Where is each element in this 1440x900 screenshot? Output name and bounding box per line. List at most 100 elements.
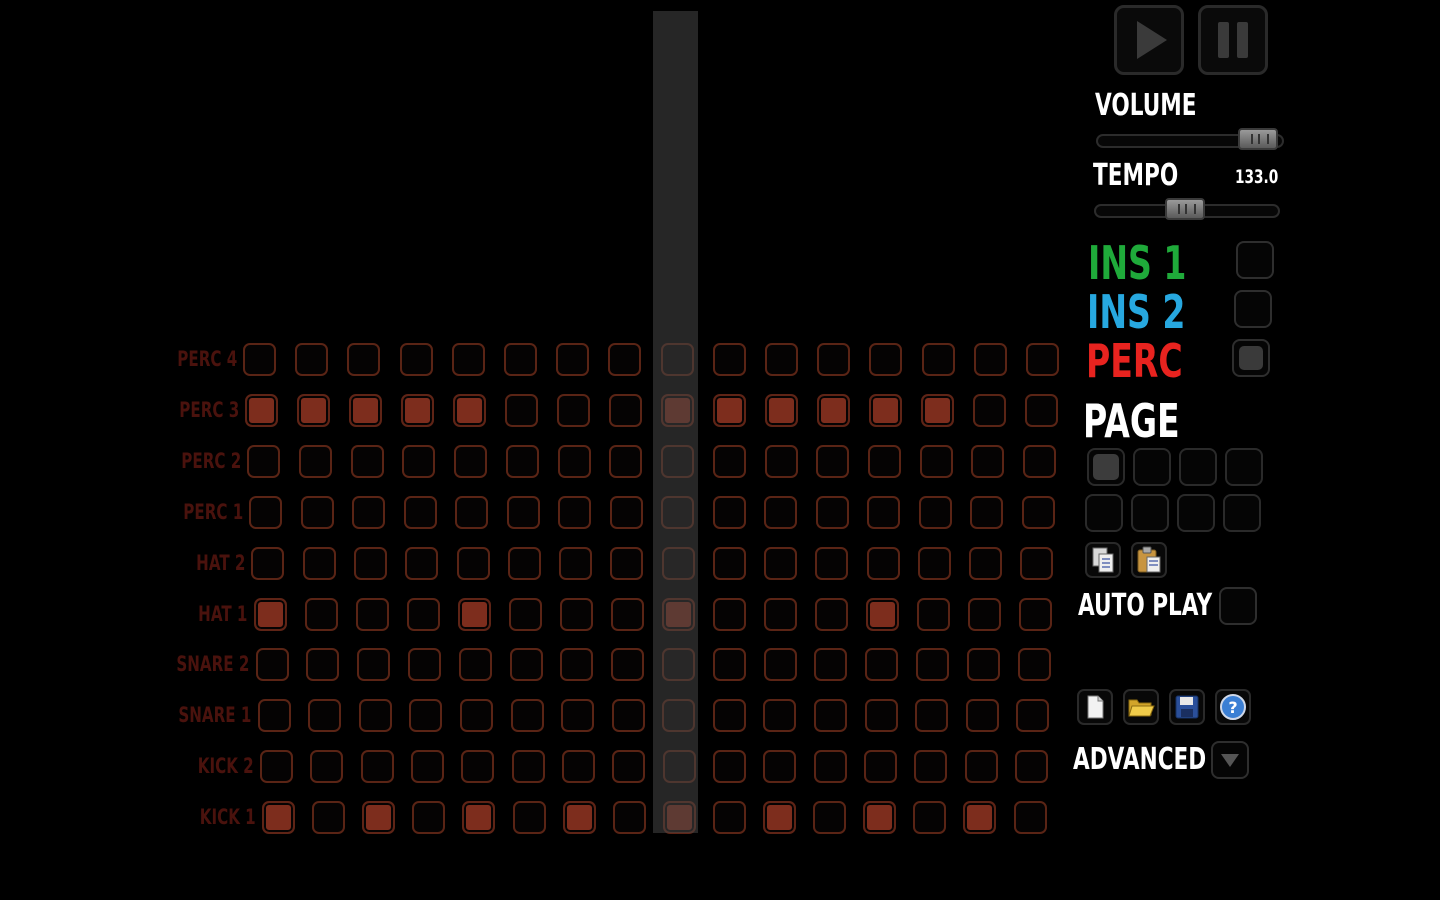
- step-cell[interactable]: [661, 597, 695, 631]
- step-cell[interactable]: [662, 699, 696, 733]
- step-cell[interactable]: [763, 597, 797, 631]
- step-cell[interactable]: [504, 343, 537, 376]
- step-cell[interactable]: [611, 648, 645, 682]
- step-cell[interactable]: [245, 393, 279, 427]
- step-cell[interactable]: [460, 699, 494, 733]
- page-button-2[interactable]: [1133, 448, 1171, 486]
- step-cell[interactable]: [610, 597, 644, 631]
- step-cell[interactable]: [662, 801, 696, 835]
- page-button-7[interactable]: [1177, 494, 1215, 532]
- step-cell[interactable]: [561, 750, 595, 784]
- step-cell[interactable]: [865, 597, 899, 631]
- step-cell[interactable]: [557, 444, 591, 478]
- step-cell[interactable]: [661, 495, 695, 529]
- step-cell[interactable]: [347, 343, 381, 376]
- copy-button[interactable]: [1085, 542, 1121, 578]
- step-cell[interactable]: [558, 495, 592, 529]
- step-cell[interactable]: [712, 801, 746, 835]
- step-cell[interactable]: [763, 648, 797, 682]
- step-cell[interactable]: [913, 801, 947, 835]
- step-cell[interactable]: [508, 597, 542, 631]
- step-cell[interactable]: [662, 750, 696, 784]
- step-cell[interactable]: [243, 343, 276, 376]
- channel-checkbox-perc[interactable]: [1232, 339, 1270, 377]
- step-cell[interactable]: [712, 444, 746, 478]
- step-cell[interactable]: [763, 750, 797, 784]
- advanced-toggle-button[interactable]: [1211, 741, 1249, 779]
- step-cell[interactable]: [1023, 444, 1057, 478]
- step-cell[interactable]: [300, 495, 334, 529]
- step-cell[interactable]: [409, 699, 443, 733]
- step-cell[interactable]: [815, 495, 849, 529]
- page-button-5[interactable]: [1085, 494, 1123, 532]
- step-cell[interactable]: [817, 343, 851, 376]
- page-button-8[interactable]: [1223, 494, 1261, 532]
- step-cell[interactable]: [253, 597, 287, 631]
- step-cell[interactable]: [608, 393, 642, 427]
- step-cell[interactable]: [662, 648, 696, 682]
- tempo-slider-thumb[interactable]: [1165, 198, 1205, 220]
- step-cell[interactable]: [764, 444, 798, 478]
- step-cell[interactable]: [864, 699, 898, 733]
- step-cell[interactable]: [259, 750, 293, 784]
- step-cell[interactable]: [868, 393, 902, 427]
- step-cell[interactable]: [1026, 343, 1059, 376]
- step-cell[interactable]: [302, 546, 336, 580]
- step-cell[interactable]: [814, 648, 848, 682]
- save-button[interactable]: [1169, 689, 1205, 725]
- step-cell[interactable]: [1021, 495, 1055, 529]
- step-cell[interactable]: [609, 444, 643, 478]
- step-cell[interactable]: [712, 597, 746, 631]
- step-cell[interactable]: [401, 393, 434, 427]
- new-file-button[interactable]: [1077, 689, 1113, 725]
- step-cell[interactable]: [556, 393, 590, 427]
- step-cell[interactable]: [312, 801, 346, 835]
- step-cell[interactable]: [560, 648, 594, 682]
- volume-slider-thumb[interactable]: [1237, 128, 1278, 150]
- step-cell[interactable]: [405, 546, 439, 580]
- step-cell[interactable]: [255, 648, 289, 682]
- step-cell[interactable]: [916, 597, 950, 631]
- auto-play-checkbox[interactable]: [1219, 587, 1257, 625]
- step-cell[interactable]: [964, 750, 998, 784]
- step-cell[interactable]: [1014, 750, 1048, 784]
- step-cell[interactable]: [764, 393, 798, 427]
- step-cell[interactable]: [556, 343, 590, 376]
- step-cell[interactable]: [355, 597, 389, 631]
- step-cell[interactable]: [456, 546, 490, 580]
- step-cell[interactable]: [504, 393, 538, 427]
- page-button-3[interactable]: [1179, 448, 1217, 486]
- step-cell[interactable]: [921, 343, 955, 376]
- step-cell[interactable]: [304, 597, 338, 631]
- step-cell[interactable]: [868, 444, 902, 478]
- step-cell[interactable]: [963, 801, 997, 835]
- step-cell[interactable]: [712, 699, 746, 733]
- step-cell[interactable]: [408, 648, 442, 682]
- step-cell[interactable]: [712, 343, 746, 376]
- step-cell[interactable]: [247, 444, 281, 478]
- step-cell[interactable]: [608, 343, 642, 376]
- step-cell[interactable]: [712, 393, 746, 427]
- step-cell[interactable]: [611, 699, 645, 733]
- step-cell[interactable]: [863, 750, 897, 784]
- step-cell[interactable]: [915, 699, 949, 733]
- step-cell[interactable]: [403, 495, 437, 529]
- step-cell[interactable]: [559, 546, 593, 580]
- play-button[interactable]: [1114, 5, 1184, 75]
- step-cell[interactable]: [402, 444, 436, 478]
- step-cell[interactable]: [866, 546, 900, 580]
- step-cell[interactable]: [712, 546, 746, 580]
- step-cell[interactable]: [306, 648, 340, 682]
- page-button-1[interactable]: [1087, 448, 1125, 486]
- step-cell[interactable]: [1019, 597, 1053, 631]
- step-cell[interactable]: [712, 648, 746, 682]
- step-cell[interactable]: [509, 648, 543, 682]
- step-cell[interactable]: [412, 801, 446, 835]
- step-cell[interactable]: [764, 495, 798, 529]
- step-cell[interactable]: [968, 597, 1002, 631]
- pause-button[interactable]: [1198, 5, 1268, 75]
- step-cell[interactable]: [867, 495, 901, 529]
- step-cell[interactable]: [609, 495, 643, 529]
- step-cell[interactable]: [970, 495, 1004, 529]
- step-cell[interactable]: [505, 444, 539, 478]
